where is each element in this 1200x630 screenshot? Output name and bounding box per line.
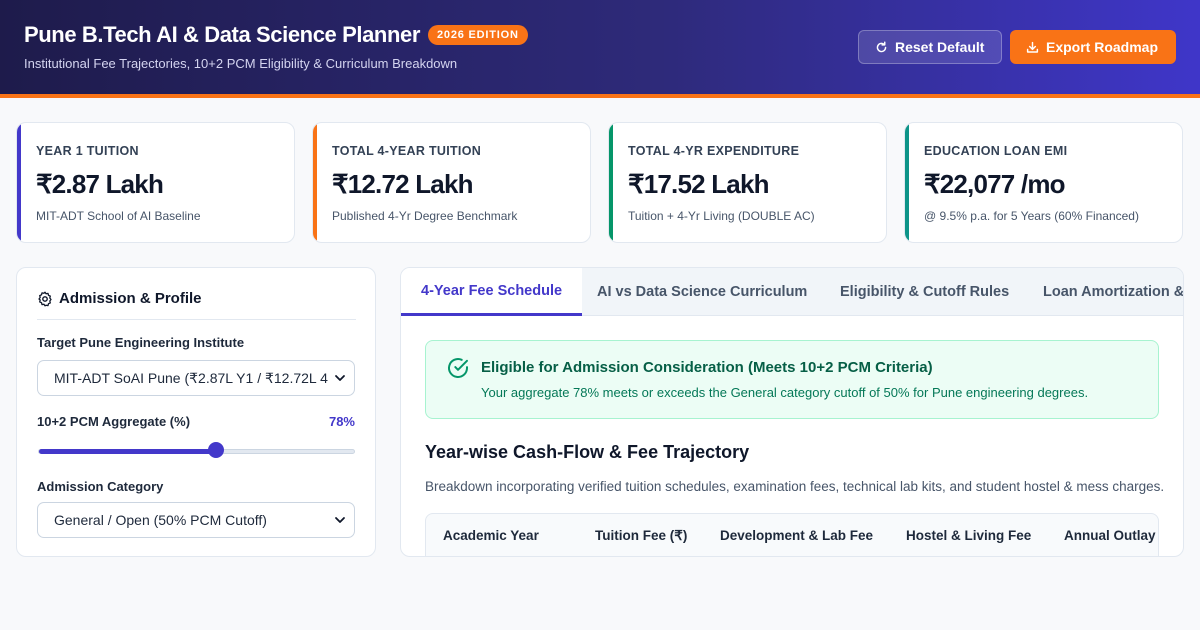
stat-note: MIT-ADT School of AI Baseline: [36, 209, 201, 223]
export-roadmap-button[interactable]: Export Roadmap: [1010, 30, 1176, 64]
app-title: Pune B.Tech AI & Data Science Planner: [24, 22, 420, 47]
card-accent: [905, 123, 909, 242]
category-label: Admission Category: [37, 479, 164, 494]
tab-bar: 4-Year Fee Schedule AI vs Data Science C…: [401, 268, 1183, 316]
edition-badge: 2026 EDITION: [428, 25, 528, 45]
stat-label: TOTAL 4-YEAR TUITION: [332, 144, 482, 158]
check-circle-icon: [448, 358, 468, 378]
stat-note: Tuition + 4-Yr Living (DOUBLE AC): [628, 209, 815, 223]
category-select[interactable]: General / Open (50% PCM Cutoff): [37, 502, 355, 538]
reset-icon: [876, 40, 887, 52]
card-accent: [313, 123, 317, 242]
stat-card-total-expenditure: TOTAL 4-YR EXPENDITURE ₹17.52 Lakh Tuiti…: [608, 122, 887, 243]
category-select-value: General / Open (50% PCM Cutoff): [54, 512, 267, 528]
institute-select-value: MIT-ADT SoAI Pune (₹2.87L Y1 / ₹12.72L 4: [54, 369, 328, 386]
export-roadmap-label: Export Roadmap: [1046, 39, 1159, 55]
tab-loan-amortization[interactable]: Loan Amortization &: [1023, 268, 1183, 316]
column-header: Tuition Fee (₹): [595, 528, 688, 543]
pcm-slider-fill: [39, 449, 217, 454]
stat-label: TOTAL 4-YR EXPENDITURE: [628, 144, 800, 158]
card-accent: [609, 123, 613, 242]
eligibility-title: Eligible for Admission Consideration (Me…: [481, 359, 933, 376]
pcm-label: 10+2 PCM Aggregate (%): [37, 414, 191, 429]
column-header: Development & Lab Fee: [720, 528, 874, 543]
panel-header: Admission & Profile: [37, 290, 202, 307]
tab-curriculum[interactable]: AI vs Data Science Curriculum: [577, 268, 827, 316]
column-header: Hostel & Living Fee: [906, 528, 1032, 543]
card-accent: [17, 123, 21, 242]
main-content-panel: 4-Year Fee Schedule AI vs Data Science C…: [400, 267, 1184, 557]
gear-icon: [38, 291, 52, 306]
tab-eligibility[interactable]: Eligibility & Cutoff Rules: [820, 268, 1029, 316]
divider: [37, 319, 356, 320]
stat-card-year1-tuition: YEAR 1 TUITION ₹2.87 Lakh MIT-ADT School…: [16, 122, 295, 243]
stat-value: ₹22,077 /mo: [924, 169, 1066, 199]
stat-label: YEAR 1 TUITION: [36, 144, 139, 158]
stat-card-loan-emi: EDUCATION LOAN EMI ₹22,077 /mo @ 9.5% p.…: [904, 122, 1183, 243]
panel-title: Admission & Profile: [59, 290, 202, 307]
stat-note: @ 9.5% p.a. for 5 Years (60% Financed): [924, 209, 1139, 223]
section-description: Breakdown incorporating verified tuition…: [425, 479, 1165, 494]
app-subtitle: Institutional Fee Trajectories, 10+2 PCM…: [24, 56, 458, 71]
stat-value: ₹12.72 Lakh: [332, 169, 474, 199]
chevron-down-icon: [335, 517, 345, 523]
eligibility-alert: Eligible for Admission Consideration (Me…: [425, 340, 1159, 419]
reset-default-button[interactable]: Reset Default: [858, 30, 1002, 64]
download-icon: [1026, 41, 1039, 53]
reset-default-label: Reset Default: [895, 39, 985, 55]
section-title: Year-wise Cash-Flow & Fee Trajectory: [425, 442, 750, 462]
pcm-slider-thumb[interactable]: [207, 442, 224, 458]
stat-value: ₹17.52 Lakh: [628, 169, 770, 199]
column-header: Academic Year: [443, 528, 539, 543]
tab-fee-schedule[interactable]: 4-Year Fee Schedule: [401, 268, 583, 316]
app-header: Pune B.Tech AI & Data Science Planner 20…: [0, 0, 1200, 98]
column-header: Annual Outlay: [1064, 528, 1156, 543]
pcm-percent-value: 78%: [328, 414, 355, 429]
eligibility-body: Your aggregate 78% meets or exceeds the …: [481, 385, 1089, 400]
chevron-down-icon: [335, 375, 345, 381]
stat-value: ₹2.87 Lakh: [36, 169, 164, 199]
stat-card-total-tuition: TOTAL 4-YEAR TUITION ₹12.72 Lakh Publish…: [312, 122, 591, 243]
stat-label: EDUCATION LOAN EMI: [924, 144, 1068, 158]
fee-table-header: Academic Year Tuition Fee (₹) Developmen…: [425, 513, 1159, 556]
institute-label: Target Pune Engineering Institute: [37, 335, 245, 350]
header-title-row: Pune B.Tech AI & Data Science Planner 20…: [24, 22, 528, 48]
pcm-slider-track[interactable]: [38, 449, 355, 454]
admission-profile-panel: Admission & Profile Target Pune Engineer…: [16, 267, 376, 557]
institute-select[interactable]: MIT-ADT SoAI Pune (₹2.87L Y1 / ₹12.72L 4: [37, 360, 355, 396]
stat-note: Published 4-Yr Degree Benchmark: [332, 209, 518, 223]
